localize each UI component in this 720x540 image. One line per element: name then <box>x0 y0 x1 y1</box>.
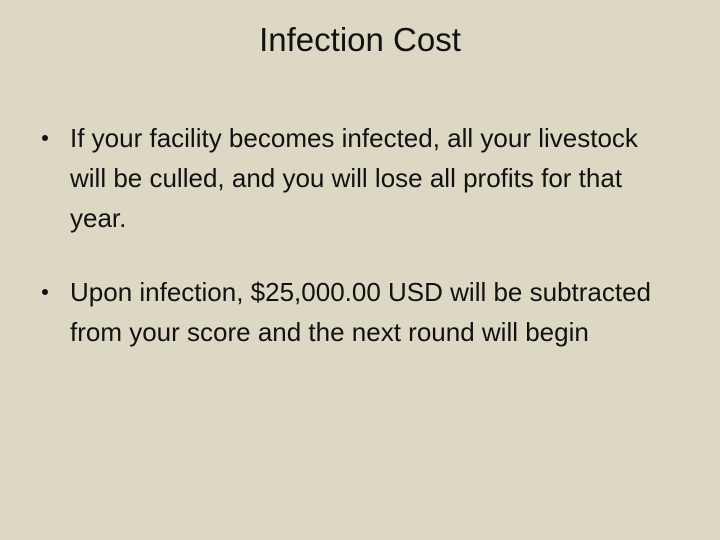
bullet-list: If your facility becomes infected, all y… <box>42 118 662 386</box>
bullet-text: Upon infection, $25,000.00 USD will be s… <box>70 277 652 347</box>
bullet-point-icon <box>42 135 48 141</box>
bullet-item: Upon infection, $25,000.00 USD will be s… <box>42 272 662 352</box>
bullet-point-icon <box>42 289 48 295</box>
slide: Infection Cost If your facility becomes … <box>0 0 720 540</box>
bullet-text: If your facility becomes infected, all y… <box>70 123 638 233</box>
slide-title: Infection Cost <box>259 21 461 58</box>
bullet-item: If your facility becomes infected, all y… <box>42 118 662 238</box>
